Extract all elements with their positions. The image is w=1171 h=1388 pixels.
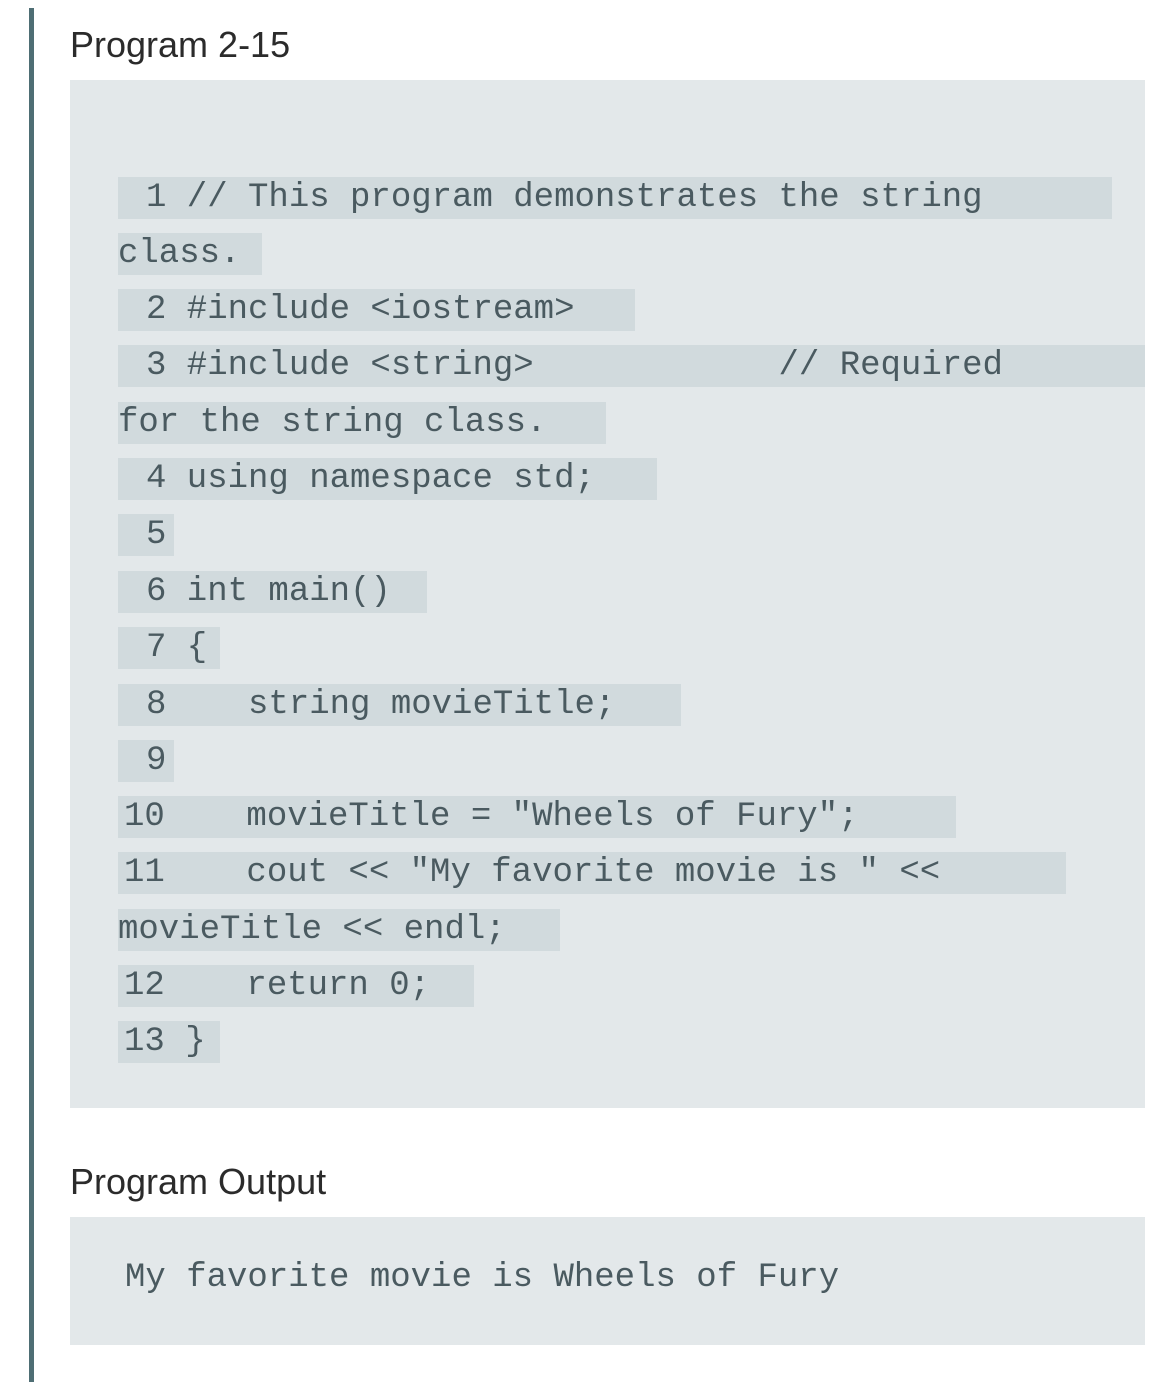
code-line: 11 cout << "My favorite movie is " << <box>118 852 1066 894</box>
code-line: 9 <box>118 740 174 782</box>
code-line: 6 int main() <box>118 571 427 613</box>
code-line: 5 <box>118 514 174 556</box>
code-line: 13 } <box>118 1021 220 1063</box>
code-line: 8 string movieTitle; <box>118 684 681 726</box>
code-line: 10 movieTitle = "Wheels of Fury"; <box>118 796 956 838</box>
code-line: 12 return 0; <box>118 965 474 1007</box>
code-line: movieTitle << endl; <box>118 909 560 951</box>
code-line: 4 using namespace std; <box>118 458 657 500</box>
code-line: 1 // This program demonstrates the strin… <box>118 177 1112 219</box>
program-title: Program 2-15 <box>70 24 291 65</box>
code-line: 2 #include <iostream> <box>118 289 635 331</box>
code-line: 7 { <box>118 627 220 669</box>
code-line: for the string class. <box>118 402 606 444</box>
program-output-text: My favorite movie is Wheels of Fury <box>125 1259 840 1297</box>
code-line: 3 #include <string> // Required <box>118 345 1145 387</box>
output-title: Program Output <box>70 1161 327 1202</box>
code-line: class. <box>118 233 262 275</box>
left-border-rule <box>29 8 34 1382</box>
